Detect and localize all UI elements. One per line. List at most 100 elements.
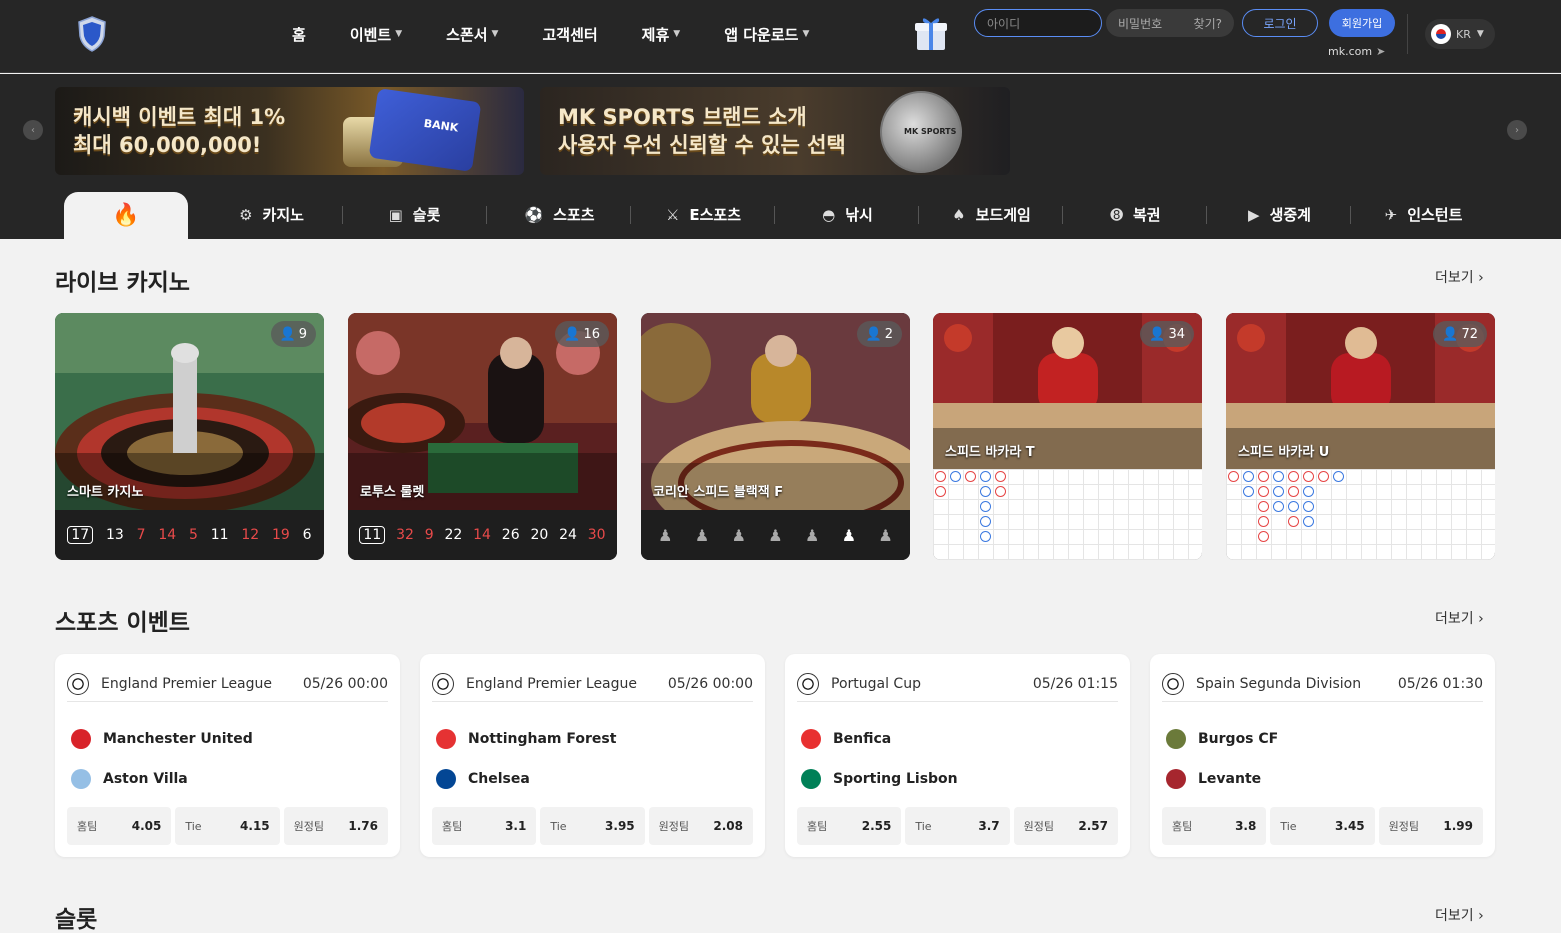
tab-fishing[interactable]: ◓ 낚시 [776,190,919,239]
home-team-crest-icon [1166,729,1186,749]
road-dot [1288,501,1299,512]
sports-more-link[interactable]: 더보기 › [1435,608,1484,628]
tab-hot[interactable]: 🔥 [64,192,188,239]
tab-board-label: 보드게임 [975,206,1031,224]
signup-button[interactable]: 회원가입 [1329,9,1395,37]
username-input[interactable]: 아이디 [974,9,1102,37]
brand-banner[interactable]: MK SPORTS 브랜드 소개 사용자 우선 신뢰할 수 있는 선택 MK SP… [540,87,1010,175]
live-casino-more-link[interactable]: 더보기 › [1435,267,1484,287]
nav-sponsor[interactable]: 스폰서 ▼ [446,24,498,45]
roulette-result-number: 26 [501,527,520,543]
soccer-ball-icon [67,672,89,695]
tab-lottery[interactable]: ➑ 복권 [1064,190,1207,239]
seat-icon[interactable]: ♟ [768,526,782,545]
seat-icon[interactable]: ♟ [658,526,672,545]
away-team: Aston Villa [71,769,188,789]
tab-divider [918,206,919,224]
live-table-card[interactable]: 👤 9 스마트 카지노 17 13 7 14 5 11 12 19 6 [55,313,324,560]
tab-live-stream[interactable]: ▶ 생중계 [1208,190,1351,239]
language-selector[interactable]: KR ▼ [1425,19,1495,49]
tab-instant[interactable]: ✈ 인스턴트 [1352,190,1495,239]
chevron-right-icon: › [1478,270,1484,286]
gift-icon[interactable] [914,14,948,52]
seat-icon[interactable]: ♟ [695,526,709,545]
nav-events-label: 이벤트 [349,25,392,44]
tab-esports[interactable]: ⚔ E스포츠 [632,190,775,239]
category-tabs: 🔥 ⚙ 카지노 ▣ 슬롯 ⚽ 스포츠 ⚔ E스포츠 ◓ 낚시 ♠ 보드게임 ➑ 복권 ▶ 생중계… [0,190,1561,239]
login-button[interactable]: 로그인 [1242,9,1318,37]
domain-link[interactable]: mk.com ➤ [1328,45,1385,58]
tab-casino[interactable]: ⚙ 카지노 [200,190,343,239]
tie-odd-button[interactable]: Tie 4.15 [175,807,280,845]
nav-app-download[interactable]: 앱 다운로드 ▼ [724,24,809,45]
nav-events[interactable]: 이벤트 ▼ [350,24,402,45]
road-dot [980,531,991,542]
cashback-banner[interactable]: 캐시백 이벤트 최대 1% 최대 60,000,000! BANK [55,87,524,175]
player-count-badge: 👤 2 [856,321,902,347]
road-dot [1273,501,1284,512]
roulette-results: 11 32 9 22 14 26 20 24 30 [348,510,617,560]
shield-logo-icon[interactable] [78,16,106,52]
cashback-line1: 캐시백 이벤트 최대 1% [73,105,286,129]
tie-odd-button[interactable]: Tie 3.95 [540,807,645,845]
road-dot [1258,516,1269,527]
home-odd-button[interactable]: 홈팀 2.55 [797,807,902,845]
away-odd-button[interactable]: 원정팀 2.08 [648,807,753,845]
password-input[interactable]: 비밀번호 찾기? [1106,9,1234,37]
live-table-card[interactable]: 👤 72 스피드 바카라 U [1226,313,1495,560]
home-odd-button[interactable]: 홈팀 3.8 [1162,807,1267,845]
player-count: 16 [583,326,600,342]
tab-esports-label: E스포츠 [689,206,742,224]
away-odd-button[interactable]: 원정팀 1.99 [1378,807,1483,845]
seat-icon[interactable]: ♟ [732,526,746,545]
header-divider [1407,14,1408,54]
cashback-line2: 최대 60,000,000! [73,133,262,157]
home-odd-button[interactable]: 홈팀 4.05 [67,807,172,845]
carousel-prev-icon[interactable]: ‹ [23,120,43,140]
tab-divider [486,206,487,224]
road-dot [1258,486,1269,497]
road-dot [1333,471,1344,482]
home-odd-button[interactable]: 홈팀 3.1 [432,807,537,845]
home-team-crest-icon [436,729,456,749]
road-dot [980,516,991,527]
brand-line1: MK SPORTS 브랜드 소개 [558,105,807,129]
road-dot [935,486,946,497]
match-card[interactable]: England Premier League 05/26 00:00 Notting… [420,654,765,857]
away-odd-button[interactable]: 원정팀 2.57 [1013,807,1118,845]
nav-home[interactable]: 홈 [292,24,306,45]
top-header: 홈 이벤트 ▼ 스폰서 ▼ 고객센터 제휴 ▼ 앱 다운로드 ▼ 아이디 비밀번호 찾기?… [0,0,1561,73]
seat-icon[interactable]: ♟ [878,526,892,545]
home-team-name: Manchester United [103,731,253,747]
league-name: Spain Segunda Division [1196,675,1362,692]
live-table-card[interactable]: 👤 16 로투스 룰렛 11 32 9 22 14 26 20 24 30 [348,313,617,560]
tab-sports[interactable]: ⚽ 스포츠 [488,190,631,239]
live-table-card[interactable]: 👤 34 스피드 바카라 T [933,313,1202,560]
tab-board-games[interactable]: ♠ 보드게임 [920,190,1063,239]
tie-odd-button[interactable]: Tie 3.45 [1270,807,1375,845]
table-name: 스피드 바카라 U [1238,445,1330,460]
tie-odd-button[interactable]: Tie 3.7 [905,807,1010,845]
seat-icon[interactable]: ♟ [805,526,819,545]
lottery-ball-icon: ➑ [1110,205,1123,224]
nav-partner[interactable]: 제휴 ▼ [642,24,681,45]
tab-slot[interactable]: ▣ 슬롯 [343,190,486,239]
table-name: 로투스 룰렛 [360,485,425,500]
match-card[interactable]: Portugal Cup 05/26 01:15 Benfica Sporting L… [785,654,1130,857]
league-name: England Premier League [101,675,273,692]
match-card[interactable]: England Premier League 05/26 00:00 Manches… [55,654,400,857]
match-card[interactable]: Spain Segunda Division 05/26 01:30 Burgos … [1150,654,1495,857]
nav-support[interactable]: 고객센터 [542,24,597,45]
find-account-link[interactable]: 찾기? [1194,15,1222,32]
match-time: 05/26 00:00 [302,675,388,692]
home-team: Burgos CF [1166,729,1278,749]
away-odd-button[interactable]: 원정팀 1.76 [283,807,388,845]
tab-instant-label: 인스턴트 [1407,206,1463,224]
carousel-next-icon[interactable]: › [1507,120,1527,140]
away-odd-value: 1.76 [348,819,378,833]
slots-more-link[interactable]: 더보기 › [1435,905,1484,925]
away-team-crest-icon [801,769,821,789]
more-label: 더보기 [1435,611,1474,627]
home-odd-value: 3.1 [505,819,527,833]
live-table-card[interactable]: 👤 2 코리안 스피드 블랙잭 F ♟ ♟ ♟ ♟ ♟ ♟ ♟ [641,313,910,560]
